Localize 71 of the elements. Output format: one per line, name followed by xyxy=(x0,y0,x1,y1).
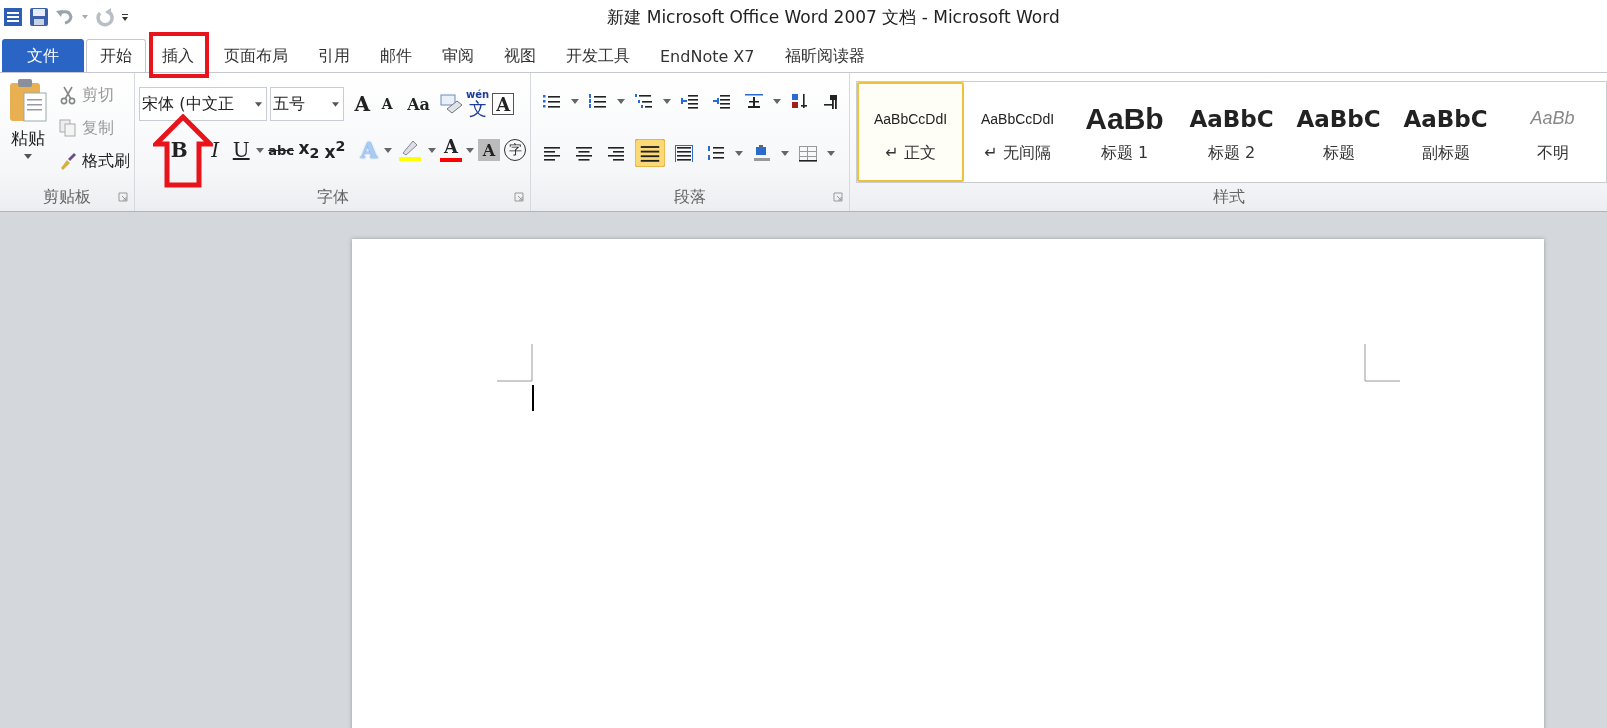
clipboard-command[interactable]: 格式刷 xyxy=(58,147,130,175)
ribbon-tab[interactable]: 引用 xyxy=(304,39,364,72)
ribbon-tab[interactable]: 视图 xyxy=(490,39,550,72)
clipboard-icon xyxy=(8,77,48,123)
dialog-launcher-icon[interactable] xyxy=(833,192,843,202)
paste-button[interactable]: 粘贴 xyxy=(4,77,52,183)
ribbon-tab[interactable]: 页面布局 xyxy=(210,39,302,72)
ribbon-tab[interactable]: 插入 xyxy=(148,39,208,72)
justify-icon[interactable] xyxy=(635,139,665,167)
shrink-font-button[interactable]: A xyxy=(376,89,399,119)
undo-icon[interactable] xyxy=(55,7,75,27)
character-shading-button[interactable]: A xyxy=(478,139,500,161)
style-option[interactable]: AaBb 不明 xyxy=(1499,82,1606,182)
ribbon-tab[interactable]: 福昕阅读器 xyxy=(770,39,879,72)
group-label: 段落 xyxy=(674,186,706,208)
group-label: 剪贴板 xyxy=(43,186,92,208)
ribbon-tab[interactable]: 邮件 xyxy=(366,39,426,72)
underline-button[interactable]: U xyxy=(230,135,253,165)
dropdown-arrow-icon xyxy=(332,101,340,107)
annotation-box xyxy=(149,32,209,78)
group-label: 样式 xyxy=(1212,186,1245,208)
dropdown-arrow-icon[interactable] xyxy=(663,98,671,104)
dropdown-arrow-icon[interactable] xyxy=(827,150,835,156)
scissors-icon xyxy=(58,85,78,105)
ribbon-tab[interactable]: 审阅 xyxy=(428,39,488,72)
dropdown-arrow-icon[interactable] xyxy=(256,147,265,153)
script-button[interactable]: x$^{2}$ xyxy=(324,135,346,165)
dialog-launcher-icon[interactable] xyxy=(514,192,524,202)
ribbon-tab[interactable]: 开发工具 xyxy=(552,39,644,72)
italic-button[interactable]: I xyxy=(204,135,227,165)
script-button[interactable]: x$_{2}$ xyxy=(298,135,320,165)
ribbon-tab[interactable]: 开始 xyxy=(86,39,146,72)
margin-corner-icon xyxy=(497,344,533,382)
text-cursor xyxy=(532,385,534,411)
save-icon[interactable] xyxy=(29,7,49,27)
style-option[interactable]: AaBbC 副标题 xyxy=(1392,82,1499,182)
margin-corner-icon xyxy=(1364,344,1400,382)
style-option[interactable]: AaBbC 标题 xyxy=(1285,82,1392,182)
dialog-launcher-icon[interactable] xyxy=(118,192,129,202)
strikethrough-button[interactable]: abc xyxy=(268,135,294,165)
font-name-field[interactable]: 宋体 (中文正 xyxy=(139,87,268,121)
brush-icon xyxy=(58,151,78,171)
font-color-button[interactable]: A xyxy=(440,135,462,165)
dropdown-arrow-icon[interactable] xyxy=(781,150,789,156)
phonetic-guide-button[interactable]: wén 文 xyxy=(466,89,490,119)
character-border-button[interactable]: A xyxy=(492,93,515,115)
dropdown-arrow-icon xyxy=(24,154,32,159)
dropdown-arrow-icon[interactable] xyxy=(773,98,781,104)
dropdown-arrow-icon[interactable] xyxy=(617,98,625,104)
style-option[interactable]: AaBbCcDdI ↵ 正文 xyxy=(857,82,964,182)
change-case-button[interactable]: Aa xyxy=(407,89,430,119)
font-size-field[interactable]: 五号 xyxy=(270,87,345,121)
ribbon-tab[interactable]: EndNote X7 xyxy=(646,39,769,72)
dropdown-arrow-icon[interactable] xyxy=(384,147,392,153)
dropdown-arrow-icon[interactable] xyxy=(428,147,436,153)
style-option[interactable]: AaBb 标题 1 xyxy=(1071,82,1178,182)
copy-icon xyxy=(58,118,78,138)
dropdown-arrow-icon[interactable] xyxy=(466,147,474,153)
style-option[interactable]: AaBbC 标题 2 xyxy=(1178,82,1285,182)
highlighter-icon xyxy=(397,139,423,161)
customize-toolbar-icon[interactable] xyxy=(121,12,129,22)
group-label: 字体 xyxy=(316,186,349,208)
dropdown-arrow-icon[interactable] xyxy=(735,150,743,156)
eraser-icon[interactable] xyxy=(439,93,463,115)
style-option[interactable]: AaBbCcDdI ↵ 无间隔 xyxy=(964,82,1071,182)
window-title: 新建 Microsoft Office Word 2007 文档 - Microsoft Word xyxy=(607,5,1060,29)
ribbon-tab[interactable]: 文件 xyxy=(2,39,84,72)
dropdown-arrow-icon[interactable] xyxy=(571,98,579,104)
dropdown-arrow-icon xyxy=(255,101,263,107)
grow-font-button[interactable]: A xyxy=(351,89,374,119)
bold-button[interactable]: B xyxy=(168,135,191,165)
